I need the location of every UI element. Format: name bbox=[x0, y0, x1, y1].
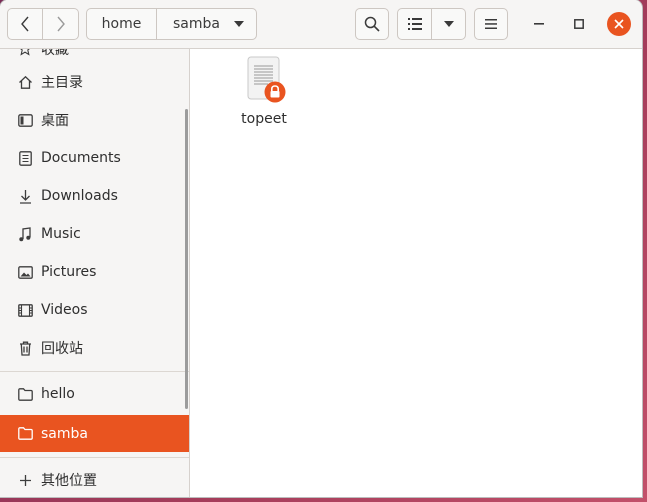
download-icon bbox=[16, 187, 34, 205]
sidebar: 收藏 主目录 桌面 Documents Downloads Music Pict… bbox=[0, 49, 190, 497]
chevron-left-icon bbox=[21, 16, 29, 32]
sidebar-item-label: Videos bbox=[41, 302, 88, 318]
star-icon bbox=[16, 49, 34, 58]
minimize-button[interactable] bbox=[527, 12, 551, 36]
path-bar: home samba bbox=[86, 8, 257, 40]
picture-icon bbox=[16, 263, 34, 281]
path-segment-label: home bbox=[101, 16, 142, 32]
maximize-icon bbox=[574, 19, 584, 29]
history-buttons bbox=[7, 8, 79, 40]
file-manager-window: home samba 收藏 主目录 桌面 Documents Downloads… bbox=[0, 0, 642, 497]
close-button[interactable] bbox=[607, 12, 631, 36]
plus-icon bbox=[16, 471, 34, 489]
caret-down-icon bbox=[443, 21, 454, 27]
search-button[interactable] bbox=[355, 8, 389, 40]
sidebar-item-label: hello bbox=[41, 386, 75, 402]
sidebar-item-label: samba bbox=[41, 425, 88, 442]
sidebar-item-label: Pictures bbox=[41, 264, 97, 280]
lock-icon bbox=[264, 81, 286, 103]
list-view-icon bbox=[407, 18, 422, 30]
home-icon bbox=[16, 73, 34, 91]
sidebar-divider bbox=[0, 457, 189, 458]
sidebar-item-hello[interactable]: hello bbox=[0, 376, 189, 412]
sidebar-item-desktop[interactable]: 桌面 bbox=[0, 102, 189, 138]
sidebar-item-samba[interactable]: samba bbox=[0, 415, 189, 452]
sidebar-item-label: 桌面 bbox=[41, 113, 69, 129]
sidebar-item-downloads[interactable]: Downloads bbox=[0, 178, 189, 214]
video-icon bbox=[16, 301, 34, 319]
sidebar-item-trash[interactable]: 回收站 bbox=[0, 330, 189, 366]
sidebar-divider bbox=[0, 371, 189, 372]
folder-icon bbox=[16, 425, 34, 443]
path-segment-label: samba bbox=[173, 16, 220, 32]
sidebar-item-label: 回收站 bbox=[41, 341, 83, 357]
sidebar-item-home[interactable]: 主目录 bbox=[0, 64, 189, 100]
back-button[interactable] bbox=[7, 8, 43, 40]
sidebar-item-documents[interactable]: Documents bbox=[0, 140, 189, 176]
maximize-button[interactable] bbox=[567, 12, 591, 36]
folder-icon bbox=[16, 385, 34, 403]
sidebar-item-pictures[interactable]: Pictures bbox=[0, 254, 189, 290]
sidebar-item-label: Documents bbox=[41, 150, 121, 166]
sidebar-item-label: Music bbox=[41, 226, 81, 242]
music-icon bbox=[16, 225, 34, 243]
sidebar-item-other-locations[interactable]: 其他位置 bbox=[0, 462, 189, 497]
forward-button[interactable] bbox=[43, 8, 79, 40]
view-toggle-button[interactable] bbox=[397, 8, 432, 40]
main-menu-button[interactable] bbox=[474, 8, 508, 40]
sidebar-item-videos[interactable]: Videos bbox=[0, 292, 189, 328]
sidebar-item-label: 主目录 bbox=[41, 75, 83, 91]
trash-icon bbox=[16, 339, 34, 357]
sidebar-scrollbar[interactable] bbox=[185, 109, 188, 409]
chevron-right-icon bbox=[56, 16, 65, 32]
sidebar-item-label: Downloads bbox=[41, 188, 118, 204]
close-icon bbox=[614, 19, 624, 29]
sidebar-item-music[interactable]: Music bbox=[0, 216, 189, 252]
document-icon bbox=[16, 149, 34, 167]
file-name: topeet bbox=[241, 111, 287, 127]
hamburger-menu-icon bbox=[485, 19, 497, 29]
view-buttons bbox=[397, 8, 466, 40]
sidebar-item-label: 收藏 bbox=[41, 49, 69, 58]
file-view: topeet bbox=[190, 49, 642, 497]
caret-down-icon bbox=[233, 21, 244, 27]
header-bar: home samba bbox=[0, 0, 642, 49]
file-item[interactable]: topeet bbox=[234, 55, 294, 127]
search-icon bbox=[364, 16, 380, 32]
sidebar-item-label: 其他位置 bbox=[41, 473, 97, 489]
sidebar-item-starred[interactable]: 收藏 bbox=[0, 49, 189, 63]
path-segment-samba[interactable]: samba bbox=[157, 8, 257, 40]
minimize-icon bbox=[534, 23, 544, 25]
desktop-icon bbox=[16, 111, 34, 129]
path-segment-home[interactable]: home bbox=[86, 8, 157, 40]
view-options-button[interactable] bbox=[432, 8, 466, 40]
